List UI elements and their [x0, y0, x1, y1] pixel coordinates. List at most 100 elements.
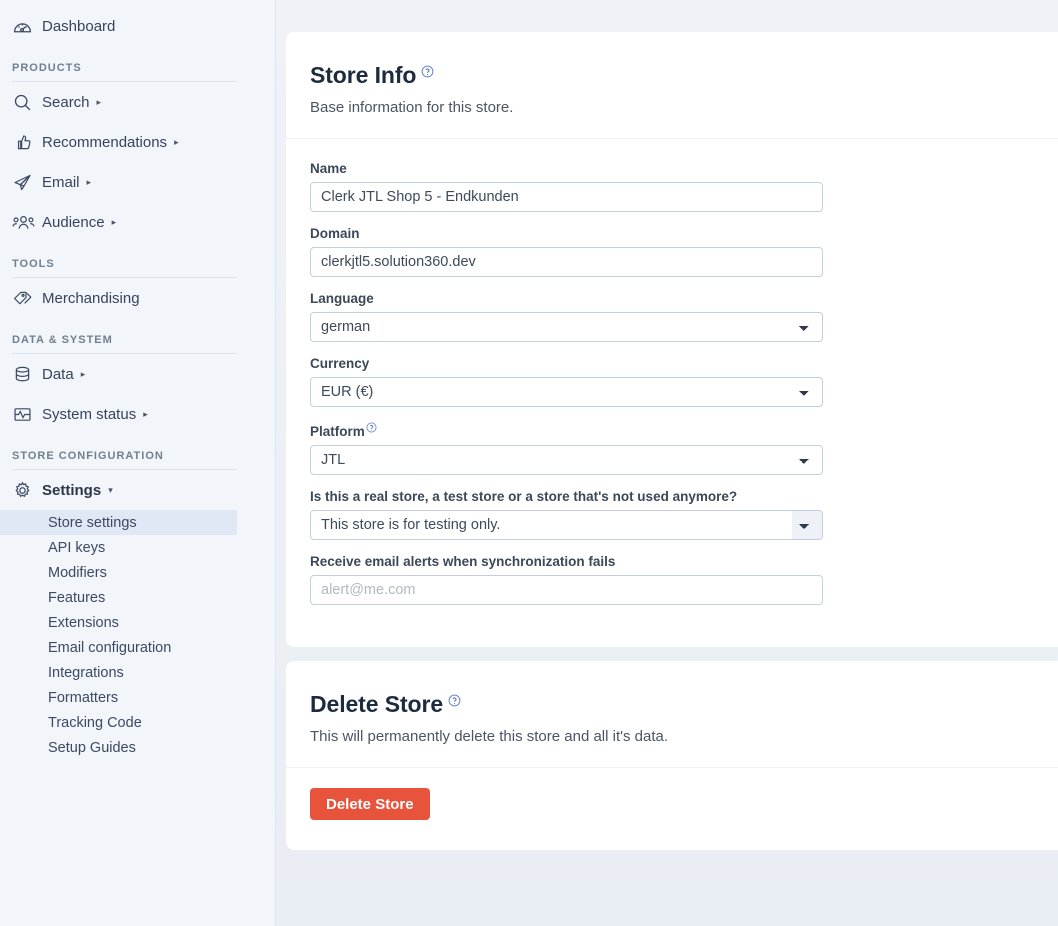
sidebar-item-store-settings[interactable]: Store settings [0, 510, 237, 535]
sidebar-item-system-status[interactable]: System status ▸ [0, 394, 275, 434]
field-email-alerts: Receive email alerts when synchronizatio… [310, 554, 1058, 605]
chevron-right-icon: ▸ [96, 96, 102, 107]
section-title: TOOLS [12, 258, 55, 270]
sidebar-item-label: Search [42, 93, 90, 111]
sidebar-item-label: Email [42, 173, 80, 191]
sidebar-subitem-label: Features [48, 589, 106, 606]
price-tag-icon [12, 288, 42, 309]
sidebar-subitem-label: Integrations [48, 664, 124, 681]
sidebar-group-data-system: Data ▸ System status ▸ [0, 354, 275, 434]
platform-label-text: Platform [310, 424, 365, 439]
page-title: Store Info [310, 62, 417, 88]
sidebar-subitem-label: Email configuration [48, 639, 172, 656]
email-alerts-label: Receive email alerts when synchronizatio… [310, 554, 616, 569]
sidebar-item-label: Merchandising [42, 289, 140, 307]
sidebar-item-settings[interactable]: Settings ▾ [0, 470, 275, 510]
section-title: PRODUCTS [12, 62, 82, 74]
platform-select[interactable]: JTL [310, 445, 823, 475]
chevron-right-icon: ▸ [143, 408, 148, 419]
sidebar-item-label: Settings [42, 481, 102, 499]
store-info-form: Name Domain Language german Currency EUR… [286, 139, 1058, 647]
delete-store-card: Delete Store This will permanently delet… [286, 661, 1058, 850]
sidebar-subitem-label: Tracking Code [48, 714, 142, 731]
name-label: Name [310, 161, 347, 176]
language-select[interactable]: german [310, 312, 823, 342]
sidebar-group-products: Search ▸ Recommendations ▸ Email ▸ Audie… [0, 82, 275, 242]
section-title: STORE CONFIGURATION [12, 450, 164, 462]
field-domain: Domain [310, 226, 1058, 277]
sidebar-subitem-label: Setup Guides [48, 739, 136, 756]
sidebar-subitem-label: API keys [48, 539, 106, 556]
sidebar-item-label: Data [42, 365, 74, 383]
gauge-icon [12, 16, 42, 37]
database-icon [12, 364, 42, 385]
sidebar-item-search[interactable]: Search ▸ [0, 82, 275, 122]
sidebar-section-products: PRODUCTS [0, 62, 275, 82]
sidebar-item-email[interactable]: Email ▸ [0, 162, 275, 202]
sidebar-item-data[interactable]: Data ▸ [0, 354, 275, 394]
sidebar-item-api-keys[interactable]: API keys [0, 535, 237, 560]
sidebar-item-recommendations[interactable]: Recommendations ▸ [0, 122, 275, 162]
store-info-subtitle: Base information for this store. [310, 99, 514, 116]
sidebar: Dashboard PRODUCTS Search ▸ Recommendati [0, 0, 276, 926]
pulse-icon [12, 404, 42, 425]
sidebar-item-modifiers[interactable]: Modifiers [0, 560, 237, 585]
currency-select[interactable]: EUR (€) [310, 377, 823, 407]
sidebar-item-setup-guides[interactable]: Setup Guides [0, 735, 237, 760]
chevron-right-icon: ▸ [111, 216, 117, 227]
name-input[interactable] [310, 182, 823, 212]
delete-store-button[interactable]: Delete Store [310, 788, 430, 820]
chevron-right-icon: ▸ [86, 176, 92, 187]
sidebar-item-integrations[interactable]: Integrations [0, 660, 237, 685]
people-icon [12, 212, 42, 233]
sidebar-subitem-label: Store settings [48, 514, 137, 531]
sidebar-item-label: Audience [42, 213, 105, 231]
store-info-card: Store Info Base information for this sto… [286, 32, 1058, 647]
delete-store-subtitle: This will permanently delete this store … [310, 728, 669, 745]
store-type-select[interactable]: This store is for testing only. [310, 510, 823, 540]
question-circle-icon[interactable] [366, 421, 377, 436]
sidebar-item-audience[interactable]: Audience ▸ [0, 202, 275, 242]
sidebar-item-formatters[interactable]: Formatters [0, 685, 237, 710]
currency-label: Currency [310, 356, 370, 371]
delete-store-actions: Delete Store [286, 768, 1058, 850]
thumbs-up-icon [12, 132, 42, 153]
sidebar-subitem-label: Formatters [48, 689, 119, 706]
delete-store-header: Delete Store This will permanently delet… [286, 661, 1058, 768]
sidebar-top: Dashboard [0, 0, 275, 46]
delete-store-title: Delete Store [310, 691, 444, 717]
sidebar-item-tracking-code[interactable]: Tracking Code [0, 710, 237, 735]
field-currency: Currency EUR (€) [310, 356, 1058, 407]
sidebar-item-features[interactable]: Features [0, 585, 237, 610]
chevron-right-icon: ▸ [80, 368, 86, 379]
sidebar-item-dashboard[interactable]: Dashboard [0, 6, 275, 46]
field-platform: Platform JTL [310, 421, 1058, 475]
sidebar-item-merchandising[interactable]: Merchandising [0, 278, 275, 318]
store-info-header: Store Info Base information for this sto… [286, 32, 1058, 139]
magnifier-icon [12, 92, 42, 113]
domain-input[interactable] [310, 247, 823, 277]
sidebar-item-email-configuration[interactable]: Email configuration [0, 635, 237, 660]
sidebar-section-tools: TOOLS [0, 258, 275, 278]
question-circle-icon[interactable] [448, 694, 461, 712]
platform-label: Platform [310, 421, 1058, 439]
chevron-down-icon: ▾ [108, 484, 113, 495]
gear-icon [12, 480, 42, 501]
section-title: DATA & SYSTEM [12, 334, 113, 346]
email-alerts-input[interactable] [310, 575, 823, 605]
sidebar-group-store-configuration: Settings ▾ Store settings API keys Modif… [0, 470, 275, 760]
sidebar-subitem-label: Extensions [48, 614, 119, 631]
chevron-right-icon: ▸ [174, 136, 179, 147]
sidebar-section-store-configuration: STORE CONFIGURATION [0, 450, 275, 470]
sidebar-item-extensions[interactable]: Extensions [0, 610, 237, 635]
sidebar-group-tools: Merchandising [0, 278, 275, 318]
sidebar-item-label: Recommendations [42, 133, 168, 151]
field-language: Language german [310, 291, 1058, 342]
field-name: Name [310, 161, 1058, 212]
sidebar-item-label: Dashboard [42, 17, 116, 35]
store-type-label: Is this a real store, a test store or a … [310, 489, 738, 504]
sidebar-section-data-system: DATA & SYSTEM [0, 334, 275, 354]
language-label: Language [310, 291, 374, 306]
field-store-type: Is this a real store, a test store or a … [310, 489, 1058, 540]
question-circle-icon[interactable] [421, 65, 434, 83]
